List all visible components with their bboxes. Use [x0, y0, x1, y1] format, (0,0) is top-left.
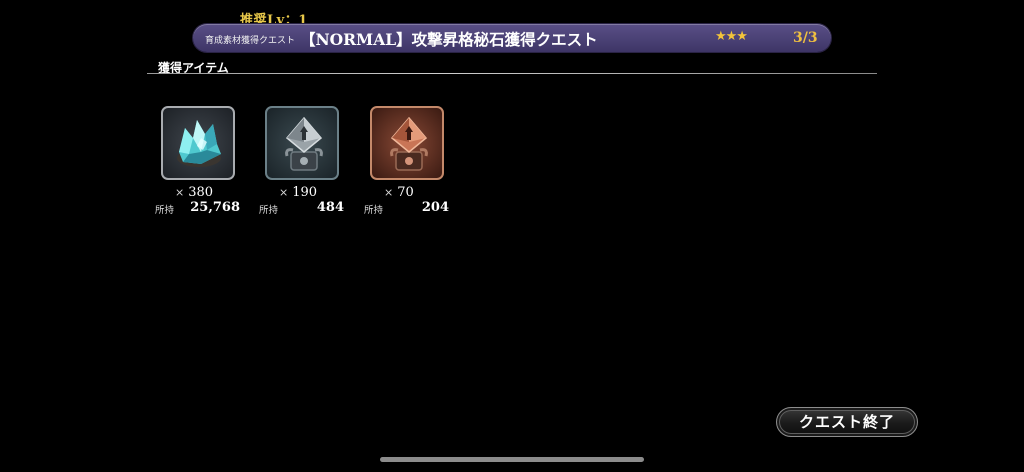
owned-count: 484 [316, 200, 344, 215]
reward-item[interactable]: × 190 所持 484 [259, 106, 362, 216]
star-rating: ★★★ [715, 29, 748, 44]
quest-title: 【NORMAL】攻撃昇格秘石獲得クエスト [300, 30, 598, 49]
reward-quantity: × 70 [384, 185, 414, 200]
quest-title-bar: 育成素材獲得クエスト 【NORMAL】攻撃昇格秘石獲得クエスト ★★★ 3/3 [193, 24, 831, 52]
owned-label: 所持 [259, 205, 279, 216]
end-quest-button[interactable]: クエスト終了 [776, 407, 918, 437]
reward-item[interactable]: × 70 所持 204 [364, 106, 467, 216]
silver-promotion-stone-icon [265, 106, 339, 180]
blue-crystal-icon [161, 106, 235, 180]
home-indicator[interactable] [380, 457, 644, 462]
reward-quantity: × 190 [279, 185, 318, 200]
owned-label: 所持 [155, 205, 175, 216]
section-divider [147, 73, 877, 74]
quest-category: 育成素材獲得クエスト [205, 36, 296, 46]
owned-count: 25,768 [190, 200, 240, 215]
quest-progress: 3/3 [793, 30, 818, 46]
owned-label: 所持 [364, 205, 384, 216]
reward-quantity: × 380 [175, 185, 214, 200]
owned-count: 204 [421, 200, 449, 215]
bronze-promotion-stone-icon [370, 106, 444, 180]
reward-item[interactable]: × 380 所持 25,768 [155, 106, 258, 216]
